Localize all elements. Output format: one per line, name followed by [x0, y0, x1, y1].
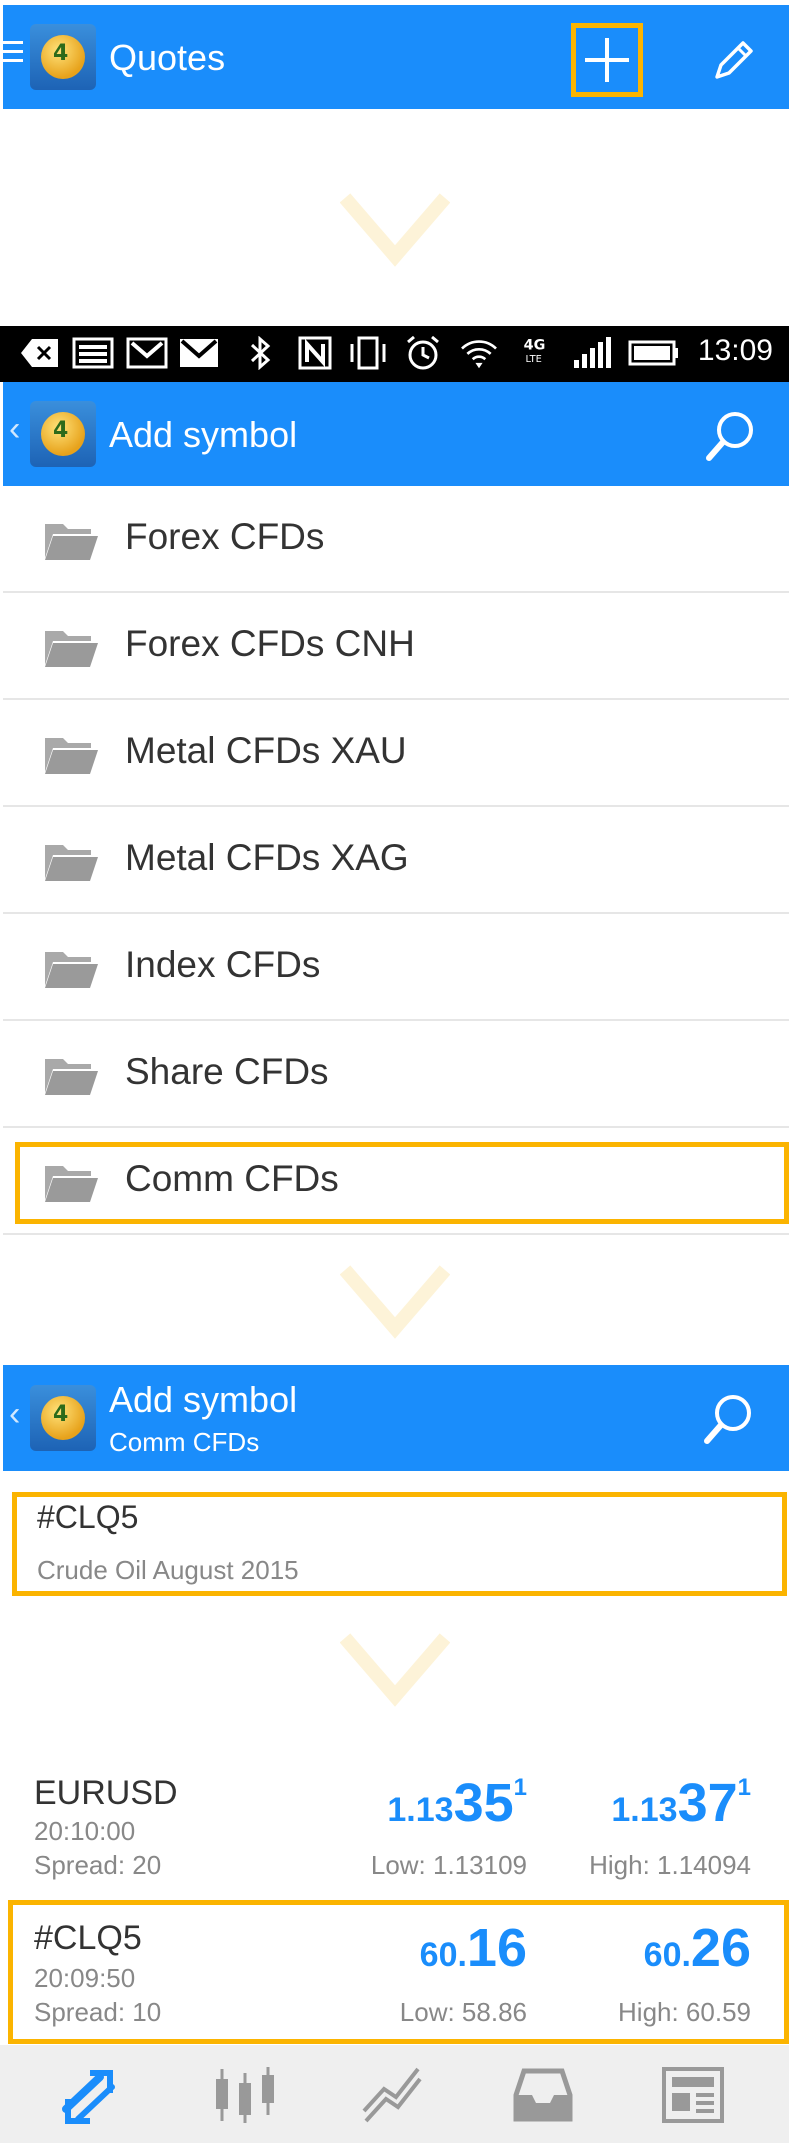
trade-icon[interactable]	[360, 2065, 430, 2125]
folder-item[interactable]: Metal CFDs XAG	[3, 807, 789, 914]
low-price: Low: 1.13109	[370, 1850, 527, 1880]
highlight-box	[15, 1142, 789, 1224]
quote-symbol: EURUSD	[34, 1774, 178, 1812]
quote-spread: Spread: 20	[34, 1850, 162, 1880]
folder-icon	[45, 631, 98, 667]
bottom-navigation	[0, 2045, 789, 2143]
page-title: Quotes	[109, 37, 226, 78]
status-bar: 4G LTE 13:09	[0, 326, 789, 382]
chart-icon[interactable]	[210, 2065, 280, 2125]
folder-label: Forex CFDs	[125, 516, 325, 557]
folder-icon	[45, 1059, 98, 1095]
step-arrow-icon	[340, 1265, 450, 1339]
folder-label: Share CFDs	[125, 1051, 329, 1092]
quote-time: 20:10:00	[34, 1816, 136, 1846]
svg-text:LTE: LTE	[525, 354, 541, 365]
folder-item[interactable]: Metal CFDs XAU	[3, 700, 789, 807]
status-time: 13:09	[697, 334, 773, 367]
folder-label: Metal CFDs XAU	[125, 730, 407, 771]
quotes-action-bar: 4 Quotes	[3, 5, 789, 109]
add-symbol-action-bar: ‹ 4 Add symbol	[3, 382, 789, 486]
signal-icon	[574, 337, 611, 368]
back-icon	[21, 339, 58, 367]
ask-price: 1.13371	[611, 1773, 751, 1833]
nfc-icon	[298, 336, 332, 370]
search-icon[interactable]	[703, 408, 759, 464]
history-icon[interactable]	[508, 2065, 578, 2125]
back-chevron-icon[interactable]: ‹	[9, 410, 20, 449]
vibrate-icon	[350, 336, 386, 370]
folder-icon	[45, 524, 98, 560]
image-icon	[72, 337, 114, 369]
add-symbol-button[interactable]	[571, 23, 643, 97]
mail-icon	[180, 339, 218, 367]
quotes-icon[interactable]	[60, 2065, 130, 2125]
bluetooth-icon	[250, 336, 271, 370]
highlight-box	[12, 1492, 787, 1596]
wifi-icon	[461, 340, 497, 369]
quote-row[interactable]: EURUSD 20:10:00 Spread: 20 1.13351 1.133…	[0, 1760, 789, 1900]
folder-item[interactable]: Forex CFDs	[3, 486, 789, 593]
back-chevron-icon[interactable]: ‹	[9, 1395, 20, 1434]
folder-item[interactable]: Index CFDs	[3, 914, 789, 1021]
edit-icon[interactable]	[709, 35, 759, 85]
gmail-icon	[126, 337, 168, 369]
app-logo: 4	[30, 401, 96, 467]
folder-label: Metal CFDs XAG	[125, 837, 409, 878]
high-price: High: 1.14094	[589, 1850, 751, 1880]
search-icon[interactable]	[701, 1391, 757, 1447]
add-icon	[585, 38, 629, 82]
comm-cfds-action-bar: ‹ 4 Add symbol Comm CFDs	[3, 1365, 789, 1471]
folder-label: Forex CFDs CNH	[125, 623, 415, 664]
step-arrow-icon	[340, 193, 450, 267]
menu-icon[interactable]	[3, 35, 23, 68]
page-subtitle: Comm CFDs	[109, 1427, 260, 1457]
folder-icon	[45, 952, 98, 988]
page-title: Add symbol	[109, 414, 298, 455]
folder-item[interactable]: Forex CFDs CNH	[3, 593, 789, 700]
folder-item[interactable]: Share CFDs	[3, 1021, 789, 1128]
highlight-box	[8, 1900, 789, 2044]
alarm-icon	[407, 336, 439, 370]
news-icon[interactable]	[658, 2065, 728, 2125]
app-logo: 4	[30, 1385, 96, 1451]
folder-icon	[45, 845, 98, 881]
folder-icon	[45, 738, 98, 774]
step-arrow-icon	[340, 1633, 450, 1707]
4g-lte-icon: 4GLTE	[524, 337, 546, 365]
folder-label: Index CFDs	[125, 944, 321, 985]
app-logo: 4	[30, 24, 96, 90]
battery-icon	[628, 340, 678, 366]
bid-price: 1.13351	[387, 1773, 527, 1833]
svg-text:4G: 4G	[524, 337, 546, 353]
page-title: Add symbol	[109, 1379, 298, 1420]
